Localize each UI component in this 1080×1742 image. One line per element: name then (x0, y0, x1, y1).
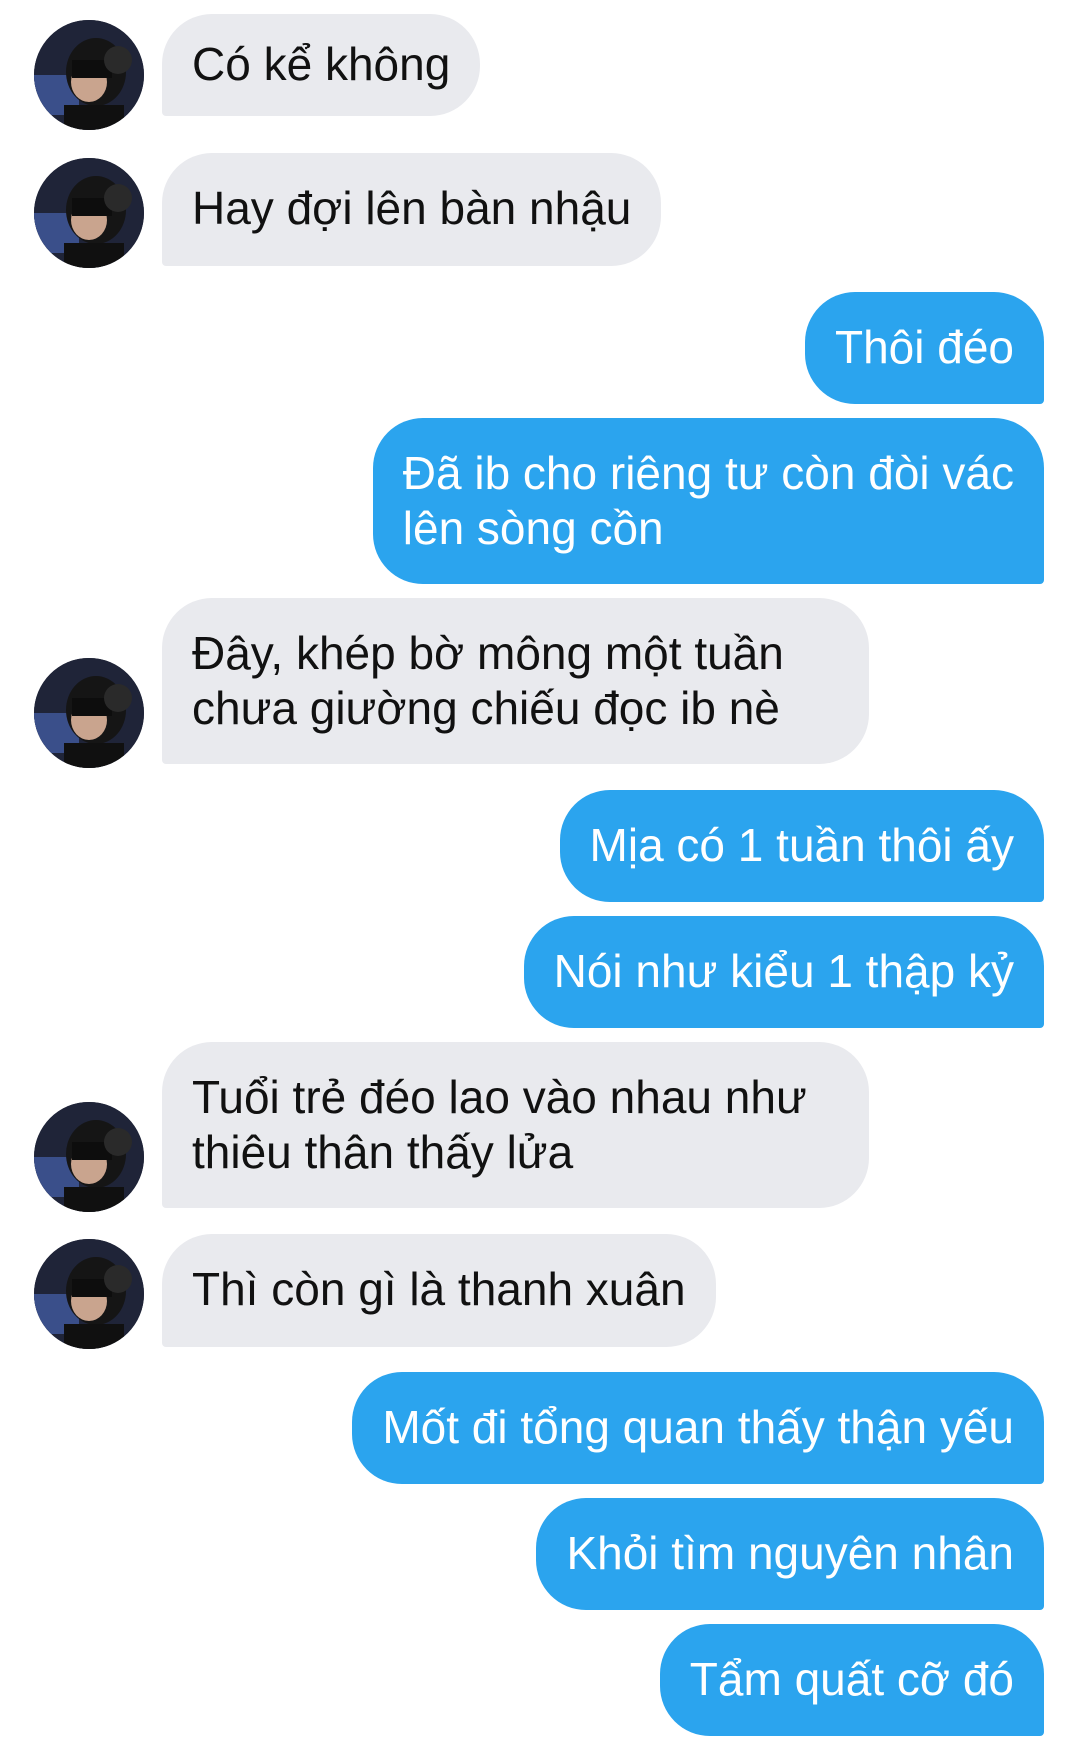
message-bubble: Đây, khép bờ mông một tuần chưa giường c… (162, 598, 869, 764)
message-text: lên sòng cồn (402, 502, 664, 554)
message-bubble: Tẩm quất cỡ đó (659, 1624, 1044, 1736)
message-text: Có kể không (192, 38, 451, 90)
avatar-photo-icon (34, 158, 144, 268)
message-text: Đây, khép bờ mông một tuần (192, 627, 784, 679)
message-bubble: Tuổi trẻ đéo lao vào nhau như thiêu thân… (162, 1042, 869, 1208)
avatar-photo-icon (34, 20, 144, 130)
message-bubble: Thôi đéo (804, 292, 1044, 404)
message-bubble: Thì còn gì là thanh xuân (162, 1234, 716, 1347)
avatar-photo-icon (34, 658, 144, 768)
avatar-photo-icon (34, 1239, 144, 1349)
message-text: chưa giường chiếu đọc ib nè (192, 682, 780, 734)
message-bubble: Mốt đi tổng quan thấy thận yếu (352, 1372, 1044, 1484)
message-text: Đã ib cho riêng tư còn đòi vác (402, 447, 1014, 499)
message-text: Thôi đéo (834, 321, 1014, 373)
message-text: Tuổi trẻ đéo lao vào nhau như (192, 1071, 807, 1123)
avatar[interactable] (34, 20, 144, 130)
message-bubble: Hay đợi lên bàn nhậu (162, 153, 662, 266)
avatar[interactable] (34, 658, 144, 768)
message-bubble: Mịa có 1 tuần thôi ấy (559, 790, 1044, 902)
message-text: Nói như kiểu 1 thập kỷ (553, 945, 1014, 997)
message-text: Hay đợi lên bàn nhậu (192, 182, 632, 234)
message-text: Mịa có 1 tuần thôi ấy (589, 819, 1014, 871)
chat-thread: Có kể không Hay đợi lên bàn nhậu Thôi đé… (0, 0, 1080, 1742)
message-text: Khỏi tìm nguyên nhân (566, 1527, 1014, 1579)
message-text: Tẩm quất cỡ đó (689, 1653, 1014, 1705)
message-text: Thì còn gì là thanh xuân (192, 1263, 686, 1315)
avatar[interactable] (34, 158, 144, 268)
message-bubble: Nói như kiểu 1 thập kỷ (523, 916, 1044, 1028)
avatar-photo-icon (34, 1102, 144, 1212)
message-text: Mốt đi tổng quan thấy thận yếu (382, 1401, 1014, 1453)
avatar[interactable] (34, 1102, 144, 1212)
avatar[interactable] (34, 1239, 144, 1349)
message-text: thiêu thân thấy lửa (192, 1126, 574, 1178)
message-bubble: Khỏi tìm nguyên nhân (536, 1498, 1044, 1610)
message-bubble: Có kể không (162, 14, 481, 116)
message-bubble: Đã ib cho riêng tư còn đòi vác lên sòng … (372, 418, 1044, 584)
